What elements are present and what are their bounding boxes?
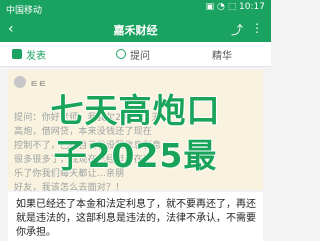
tab-post-label: 发表 <box>26 50 46 62</box>
share-icon[interactable]: ⤴ <box>231 21 243 38</box>
edit-icon <box>12 49 22 59</box>
answer-text: 如果已经还了本金和法定利息了，就不要再还了，再还就是违法的，这部利息是违法的，法… <box>16 199 256 238</box>
tab-featured[interactable]: 精华 <box>212 47 232 62</box>
answer-card: 如果已经还了本金和法定利息了，就不要再还了，再还就是违法的，这部利息是违法的，法… <box>8 192 263 241</box>
tab-post[interactable]: 发表 <box>12 47 46 62</box>
carrier-label: 中国移动 <box>6 6 43 16</box>
app-bar: ‹ 嘉禾财经 ⤴ ⋮ <box>0 16 271 42</box>
status-bar: 中国移动 ▣ ◔ ⬚ 10:17 <box>0 0 271 16</box>
tab-ask-label: 提问 <box>130 50 150 62</box>
tab-bar: 发表 提问 精华 <box>0 42 271 67</box>
tab-featured-label: 精华 <box>212 50 232 62</box>
question-icon <box>116 49 126 59</box>
more-icon[interactable]: ⋮ <box>251 21 263 35</box>
overlay-headline-2: 子2025最 <box>53 136 218 175</box>
overlay-headline-1: 七天高炮口 <box>50 91 221 130</box>
tab-ask[interactable]: 提问 <box>116 47 150 62</box>
status-icons: ▣ ◔ ⬚ 10:17 <box>205 2 265 12</box>
